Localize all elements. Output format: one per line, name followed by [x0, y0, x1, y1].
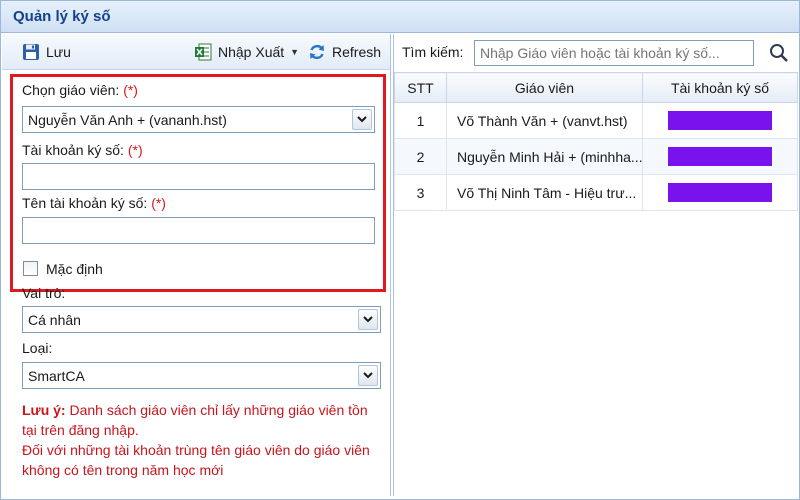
form-panel: Lưu Nhập Xuất ▼ Refresh Chọn giáo viên: … [2, 34, 391, 496]
refresh-label: Refresh [332, 44, 382, 60]
search-input[interactable] [474, 40, 754, 66]
chevron-down-icon[interactable] [358, 309, 378, 330]
default-checkbox[interactable] [23, 261, 38, 276]
list-panel: Tìm kiếm: STT Giáo viên Tài khoản ký số … [393, 34, 799, 496]
search-label: Tìm kiếm: [402, 44, 464, 60]
account-name-input[interactable] [22, 217, 375, 244]
account-label: Tài khoản ký số: (*) [22, 142, 143, 158]
column-header-account[interactable]: Tài khoản ký số [642, 72, 798, 103]
form-toolbar: Lưu Nhập Xuất ▼ Refresh [2, 34, 390, 70]
column-header-teacher[interactable]: Giáo viên [446, 72, 643, 103]
table-row[interactable]: 3 Võ Thị Ninh Tâm - Hiệu trư... [394, 174, 798, 211]
row-teacher: Nguyễn Minh Hải + (minhha... [446, 138, 643, 175]
import-export-label: Nhập Xuất [218, 44, 285, 60]
column-header-stt[interactable]: STT [394, 72, 447, 103]
teacher-label: Chọn giáo viên: (*) [22, 82, 138, 98]
excel-icon [194, 43, 212, 61]
save-button[interactable]: Lưu [22, 34, 71, 70]
teacher-select-value: Nguyễn Văn Anh + (vananh.hst) [28, 112, 227, 128]
row-stt: 2 [394, 138, 447, 175]
role-select-value: Cá nhân [28, 312, 81, 328]
row-account-cell [642, 102, 798, 139]
row-teacher: Võ Thành Văn + (vanvt.hst) [446, 102, 643, 139]
type-label: Loại: [22, 340, 53, 356]
caret-down-icon: ▼ [290, 47, 300, 57]
note-text: Lưu ý: Danh sách giáo viên chỉ lấy những… [22, 400, 382, 480]
digital-signature-window: Quản lý ký số Lưu Nhập Xuất ▼ Refresh Ch… [0, 0, 800, 500]
chevron-down-icon[interactable] [358, 365, 378, 386]
note-line-2: Đối với những tài khoản trùng tên giáo v… [22, 442, 370, 478]
type-select-value: SmartCA [28, 368, 85, 384]
row-account-cell [642, 174, 798, 211]
required-mark: (*) [127, 142, 143, 158]
type-select[interactable]: SmartCA [22, 362, 381, 389]
row-account-cell [642, 138, 798, 175]
role-label: Vai trò: [22, 285, 66, 301]
table-row[interactable]: 1 Võ Thành Văn + (vanvt.hst) [394, 102, 798, 139]
window-titlebar: Quản lý ký số [1, 1, 799, 33]
magnifier-icon[interactable] [766, 40, 792, 66]
teacher-label-text: Chọn giáo viên: [22, 82, 120, 98]
role-select[interactable]: Cá nhân [22, 306, 381, 333]
save-button-label: Lưu [46, 44, 71, 60]
default-label: Mặc định [46, 261, 103, 277]
row-teacher: Võ Thị Ninh Tâm - Hiệu trư... [446, 174, 643, 211]
window-title: Quản lý ký số [13, 8, 111, 25]
chevron-down-icon[interactable] [352, 109, 372, 130]
account-input[interactable] [22, 163, 375, 190]
teacher-select[interactable]: Nguyễn Văn Anh + (vananh.hst) [22, 106, 375, 133]
required-mark: (*) [123, 82, 138, 98]
required-mark: (*) [151, 195, 166, 211]
import-export-button[interactable]: Nhập Xuất ▼ [194, 34, 299, 70]
table-row[interactable]: 2 Nguyễn Minh Hải + (minhha... [394, 138, 798, 175]
table-header-row: STT Giáo viên Tài khoản ký số [394, 72, 798, 103]
row-stt: 1 [394, 102, 447, 139]
account-label-text: Tài khoản ký số: [22, 142, 124, 158]
note-title: Lưu ý: [22, 402, 66, 418]
account-name-label: Tên tài khoản ký số: (*) [22, 195, 166, 211]
redacted-account-bar [668, 147, 772, 166]
redacted-account-bar [668, 111, 772, 130]
row-stt: 3 [394, 174, 447, 211]
note-line-1: Danh sách giáo viên chỉ lấy những giáo v… [22, 402, 368, 438]
redacted-account-bar [668, 183, 772, 202]
refresh-button[interactable]: Refresh [308, 34, 381, 70]
signature-account-table: STT Giáo viên Tài khoản ký số 1 Võ Thành… [394, 72, 798, 211]
account-name-label-text: Tên tài khoản ký số: [22, 195, 148, 211]
refresh-icon [308, 43, 326, 61]
floppy-disk-icon [22, 43, 40, 61]
